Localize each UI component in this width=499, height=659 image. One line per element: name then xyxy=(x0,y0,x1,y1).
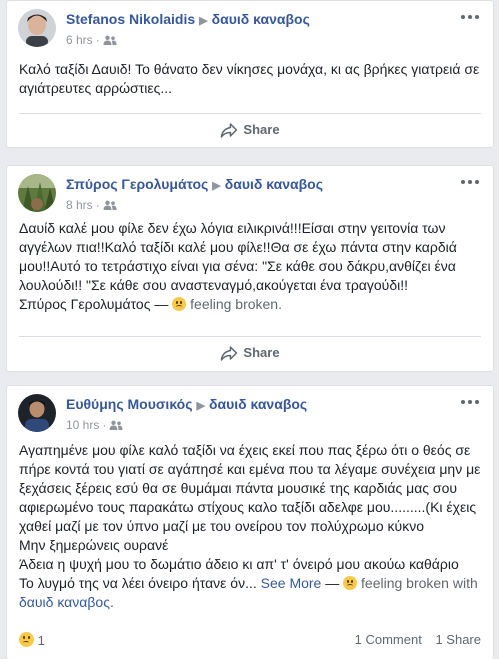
share-icon xyxy=(220,346,238,361)
post-body-line: Αγαπημένε μου φίλε καλό ταξίδι να έχεις … xyxy=(19,442,481,534)
signature: Σπύρος Γερολυμάτος — xyxy=(19,296,169,312)
post-meta: 6 hrs · xyxy=(66,33,117,48)
arrow-right-icon: ▶ xyxy=(196,400,205,412)
action-bar: Share xyxy=(19,113,481,148)
post-timestamp[interactable]: 6 hrs xyxy=(66,33,93,47)
feeling-status: feeling broken with xyxy=(361,575,478,591)
post-header: Stefanos Nikolaidis ▶ δαυιδ καναβος xyxy=(66,11,310,27)
post-timestamp[interactable]: 8 hrs xyxy=(66,198,93,212)
share-button[interactable]: Share xyxy=(220,122,280,138)
share-label: Share xyxy=(243,345,280,360)
post-card: Σπύρος Γερολυμάτος ▶ δαυιδ καναβος 8 hrs · … xyxy=(6,165,494,372)
target-name[interactable]: δαυιδ καναβος xyxy=(209,396,307,412)
feeling-status: feeling broken. xyxy=(190,296,282,312)
share-label: Share xyxy=(243,122,280,137)
author-avatar[interactable] xyxy=(18,174,56,212)
action-bar: Share xyxy=(19,336,481,371)
tagged-person-link[interactable]: δαυιδ καναβος. xyxy=(19,594,114,610)
more-options-icon[interactable] xyxy=(461,176,479,188)
target-name[interactable]: δαυιδ καναβος xyxy=(225,176,323,192)
share-button[interactable]: Share xyxy=(220,345,280,361)
author-name[interactable]: Σπύρος Γερολυμάτος xyxy=(66,176,208,192)
post-text: Καλό ταξίδι Δαυιδ! Το θάνατο δεν νίκησες… xyxy=(19,61,480,96)
author-name[interactable]: Ευθύμης Μουσικός xyxy=(66,396,193,412)
post-body-line: Μην ξημερώνεις ουρανέ xyxy=(19,537,169,553)
sad-face-icon xyxy=(343,576,358,590)
author-name[interactable]: Stefanos Nikolaidis xyxy=(66,11,195,27)
sad-reaction-icon xyxy=(19,632,34,647)
post-meta: 10 hrs · xyxy=(66,418,123,433)
comments-count-link[interactable]: 1 Comment xyxy=(355,632,422,647)
post-card: Ευθύμης Μουσικός ▶ δαυιδ καναβος 10 hrs · Α… xyxy=(6,385,494,659)
reactions-count[interactable]: 1 xyxy=(19,632,45,648)
share-icon xyxy=(220,123,238,138)
friends-audience-icon[interactable] xyxy=(103,199,117,213)
target-name[interactable]: δαυιδ καναβος xyxy=(212,11,310,27)
friends-audience-icon[interactable] xyxy=(103,34,117,48)
reaction-count: 1 xyxy=(37,633,45,648)
post-header: Σπύρος Γερολυμάτος ▶ δαυιδ καναβος xyxy=(66,176,323,192)
shares-count-link[interactable]: 1 Share xyxy=(435,632,481,647)
author-avatar[interactable] xyxy=(18,9,56,47)
post-meta: 8 hrs · xyxy=(66,198,117,213)
more-options-icon[interactable] xyxy=(461,11,479,23)
post-timestamp[interactable]: 10 hrs xyxy=(66,418,99,432)
post-body: Δαυίδ καλέ μου φίλε δεν έχω λόγια ειλικρ… xyxy=(19,220,457,293)
sad-face-icon xyxy=(172,297,187,311)
more-options-icon[interactable] xyxy=(461,396,479,408)
arrow-right-icon: ▶ xyxy=(212,180,221,192)
post-text: Δαυίδ καλέ μου φίλε δεν έχω λόγια ειλικρ… xyxy=(19,219,481,314)
see-more-link[interactable]: See More xyxy=(261,575,322,591)
post-body-line: Το λυγμό της να λέει όνειρο ήτανε όν... xyxy=(19,575,257,591)
post-card: Stefanos Nikolaidis ▶ δαυιδ καναβος 6 hrs ·… xyxy=(6,0,494,148)
arrow-right-icon: ▶ xyxy=(199,15,208,27)
post-header: Ευθύμης Μουσικός ▶ δαυιδ καναβος xyxy=(66,396,307,412)
post-text: Αγαπημένε μου φίλε καλό ταξίδι να έχεις … xyxy=(19,441,481,612)
post-body-line: Άδεια η ψυχή μου το δωμάτιο άδειο κι απ'… xyxy=(19,556,459,572)
friends-audience-icon[interactable] xyxy=(109,419,123,433)
feeling-separator: — xyxy=(325,575,340,591)
author-avatar[interactable] xyxy=(18,394,56,432)
